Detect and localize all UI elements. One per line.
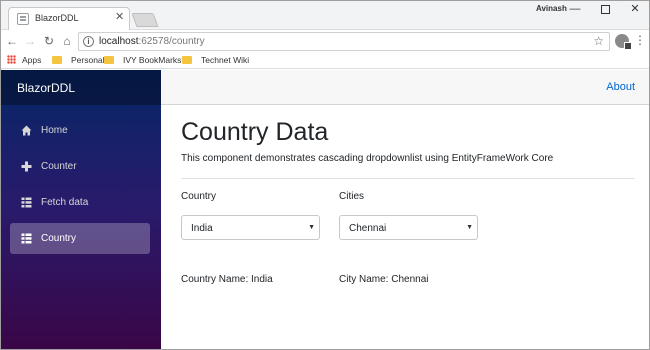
info-icon[interactable]: i [83,36,94,47]
tab-title: BlazorDDL [35,13,79,23]
address-bar[interactable]: i localhost:62578/country ☆ [78,32,610,51]
maximize-button[interactable] [590,0,620,20]
home-icon [21,125,32,136]
plus-icon [21,161,32,172]
maximize-icon [600,5,610,14]
browser-titlebar: BlazorDDL ✕ Avinash — ✕ [0,0,650,30]
new-tab-button[interactable] [131,13,159,27]
bookmark-personal[interactable]: Personal [52,55,105,65]
home-icon[interactable]: ⌂ [59,33,75,49]
extension-icon[interactable] [615,34,632,50]
bookmarks-bar: Apps Personal IVY BookMarks Technet Wiki [0,52,650,69]
list-icon [21,233,32,244]
forward-arrow-icon[interactable]: → [22,33,38,49]
sidebar-item-label: Counter [41,161,77,172]
minimize-button[interactable]: — [560,0,590,20]
country-select-value: India [191,223,213,234]
folder-icon [52,56,62,64]
bookmark-ivy[interactable]: IVY BookMarks [104,55,181,65]
sidebar-item-counter[interactable]: Counter [10,151,150,182]
url-text[interactable]: localhost:62578/country [99,36,205,47]
sidebar-item-country[interactable]: Country [10,223,150,254]
folder-icon [182,56,192,64]
sidebar-item-home[interactable]: Home [10,115,150,146]
brand-bar: BlazorDDL [0,70,161,105]
apps-grid-icon [7,55,16,64]
back-arrow-icon[interactable]: ← [4,33,20,49]
url-host: localhost [99,36,139,47]
reload-icon[interactable]: ↻ [41,33,57,49]
brand-link[interactable]: BlazorDDL [17,81,75,95]
browser-tab[interactable]: BlazorDDL ✕ [8,7,130,30]
country-label: Country [181,191,217,202]
app-page: BlazorDDL Home Counter Fetch data Countr… [0,70,650,350]
divider [181,178,635,179]
sidebar-item-label: Country [41,233,77,244]
close-window-button[interactable]: ✕ [620,0,650,20]
sidebar: BlazorDDL Home Counter Fetch data Countr… [0,70,161,350]
country-name-text: Country Name: India [181,274,273,285]
page-title: Country Data [181,118,329,146]
cities-label: Cities [339,191,365,202]
list-icon [21,197,32,208]
city-select-value: Chennai [349,223,387,234]
page-description: This component demonstrates cascading dr… [181,153,554,164]
page-icon [17,13,29,25]
sidebar-item-label: Home [41,125,68,136]
browser-toolbar: ← → ↻ ⌂ i localhost:62578/country ☆ [0,30,650,52]
menu-dots-icon[interactable]: ⋮ [634,33,646,47]
top-row: About [161,70,650,105]
sidebar-item-label: Fetch data [41,197,89,208]
city-select[interactable]: Chennai ▼ [339,215,478,240]
bookmark-star-icon[interactable]: ☆ [593,34,604,48]
chevron-down-icon: ▼ [308,224,315,231]
country-select[interactable]: India ▼ [181,215,320,240]
chevron-down-icon: ▼ [466,224,473,231]
url-path: :62578/country [138,36,205,47]
close-tab-icon[interactable]: ✕ [115,10,124,23]
bookmark-technet[interactable]: Technet Wiki [182,55,249,65]
city-name-text: City Name: Chennai [339,274,429,285]
folder-icon [104,56,114,64]
about-link[interactable]: About [606,81,635,93]
sidebar-item-fetch-data[interactable]: Fetch data [10,187,150,218]
bookmark-apps[interactable]: Apps [7,55,41,65]
